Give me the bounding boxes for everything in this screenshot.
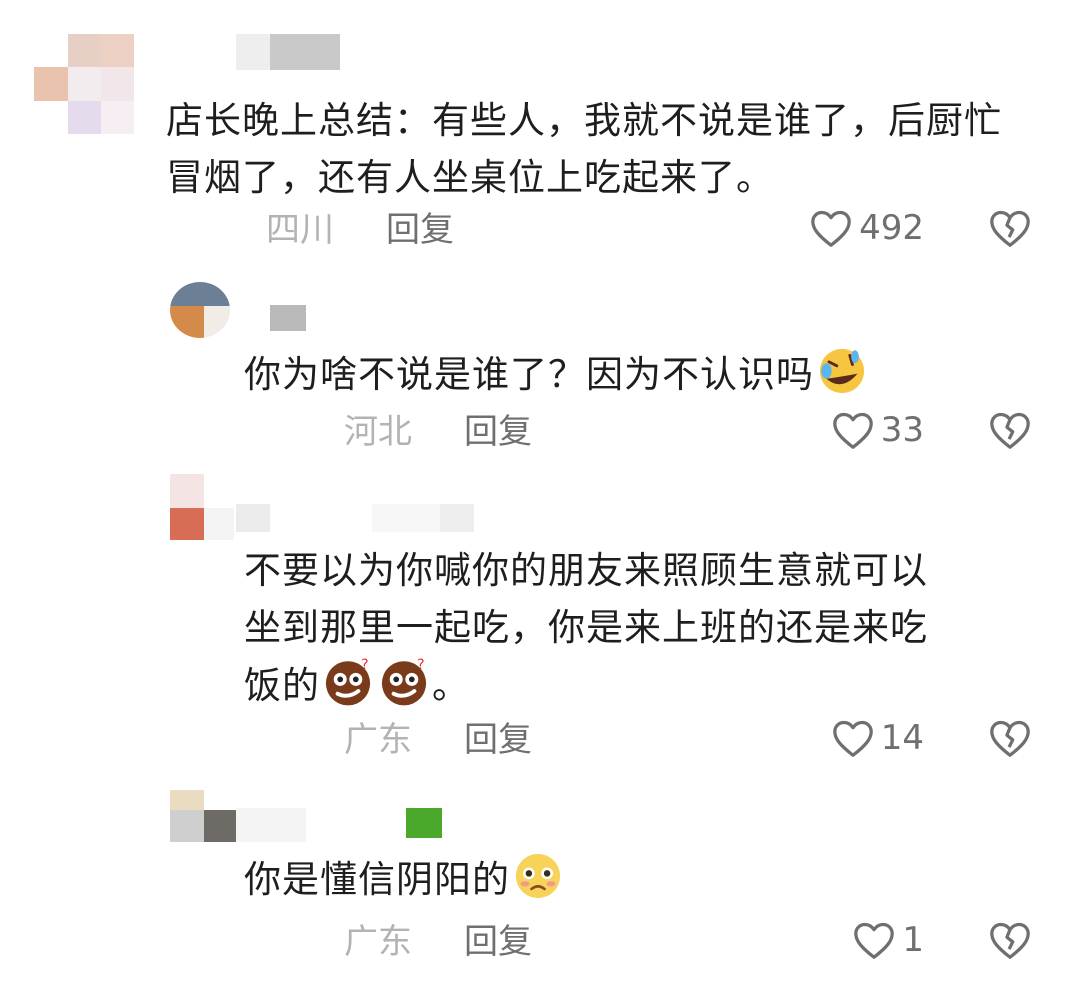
heart-outline-icon [832,720,873,757]
dislike-button[interactable] [988,718,1032,762]
broken-heart-icon [990,210,1030,247]
dislike-button[interactable] [988,410,1032,454]
heart-outline-icon [854,922,895,959]
broken-heart-icon [990,720,1030,757]
reply-button[interactable]: 回复 [386,210,454,250]
like-button[interactable]: 1 [852,920,924,960]
avatar[interactable] [170,282,230,338]
comment-text: 你为啥不说是谁了？因为不认识吗 [244,345,1004,403]
pleading-face-emoji [512,850,564,902]
like-button[interactable]: 492 [809,208,924,248]
reply-button[interactable]: 回复 [464,720,532,760]
username-blurred[interactable] [236,500,476,534]
like-count: 492 [859,208,924,248]
heart-outline-icon [832,412,873,449]
confused-face-emoji: ? [378,656,430,708]
like-count: 33 [880,410,924,450]
svg-text:?: ? [417,657,426,673]
comment-text: 不要以为你喊你的朋友来照顾生意就可以 坐到那里一起吃，你是来上班的还是来吃 饭的… [244,549,928,708]
comment-region: 广东 [344,720,412,760]
heart-outline-icon [811,210,851,247]
confused-face-emoji: ? [322,656,374,708]
dislike-button[interactable] [988,920,1032,964]
avatar[interactable] [170,790,236,842]
comment-region: 河北 [344,412,412,452]
dislike-button[interactable] [988,208,1032,252]
rofl-emoji [816,345,868,397]
reply-button[interactable]: 回复 [464,412,532,452]
username-blurred[interactable] [270,305,306,331]
comment-text: 你是懂信阴阳的 [244,850,1004,908]
like-button[interactable]: 33 [831,410,924,450]
avatar[interactable] [170,474,234,540]
broken-heart-icon [990,922,1030,959]
comment-region: 四川 [266,210,334,250]
svg-text:?: ? [361,657,370,673]
like-count: 1 [902,920,924,960]
comment-region: 广东 [344,922,412,962]
comment-text: 店长晚上总结：有些人，我就不说是谁了，后厨忙冒烟了，还有人坐桌位上吃起来了。 [166,99,1002,199]
broken-heart-icon [990,412,1030,449]
username-blurred[interactable] [236,808,442,842]
like-button[interactable]: 14 [831,718,924,758]
username-blurred[interactable] [236,34,340,70]
like-count: 14 [880,718,924,758]
avatar[interactable] [34,34,134,134]
reply-button[interactable]: 回复 [464,922,532,962]
